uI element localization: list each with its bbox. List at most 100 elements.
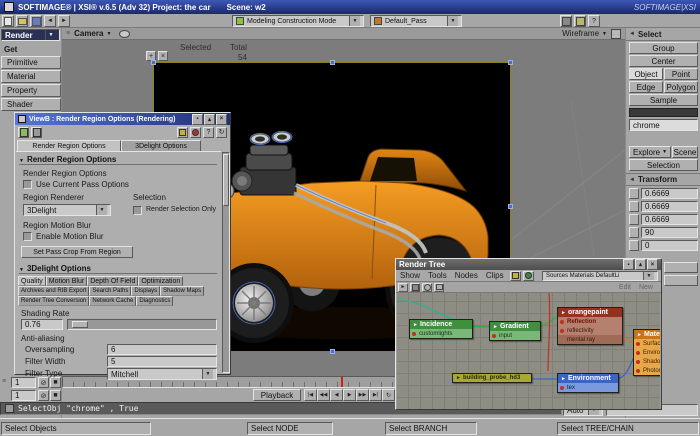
node-port[interactable]: tex bbox=[558, 383, 618, 392]
oversampling-field[interactable]: 6 bbox=[107, 344, 217, 355]
shader-node-building-probe[interactable]: ►building_probe_hd3 bbox=[452, 373, 532, 383]
play-icon[interactable]: ▶ bbox=[343, 389, 356, 401]
transform-axis-button[interactable] bbox=[629, 214, 639, 225]
new-scene-icon[interactable] bbox=[2, 15, 14, 27]
new-label[interactable]: New bbox=[639, 284, 653, 291]
construction-mode-dropdown[interactable]: Modeling Construction Mode ▼ bbox=[232, 15, 364, 27]
range-icon[interactable]: ■ bbox=[50, 377, 61, 388]
shading-rate-field[interactable]: 0.76 bbox=[21, 319, 63, 330]
shade-icon[interactable]: ▴ bbox=[635, 259, 646, 270]
subtab-archives-rib[interactable]: Archives and RIB Export bbox=[18, 286, 89, 296]
group-button[interactable]: Group bbox=[629, 42, 698, 54]
shader-node-orangepaint[interactable]: ►orangepaint Reflection reflectivity men… bbox=[557, 307, 623, 345]
node-port[interactable]: mental ray bbox=[558, 335, 622, 344]
recall-icon[interactable] bbox=[31, 127, 42, 138]
scene-button[interactable]: Scene bbox=[672, 146, 698, 158]
layout-icon[interactable] bbox=[560, 15, 572, 27]
close-icon[interactable]: × bbox=[647, 259, 658, 270]
dialog-titlebar[interactable]: ViewB : Render Region Options (Rendering… bbox=[15, 113, 230, 125]
region-handle[interactable] bbox=[330, 349, 335, 354]
transform-axis-button[interactable] bbox=[629, 240, 639, 251]
node-header[interactable]: ►Material26 bbox=[634, 330, 660, 339]
transform-axis-button[interactable] bbox=[629, 201, 639, 212]
subtab-displays[interactable]: Displays bbox=[131, 286, 160, 296]
node-collapse-icon[interactable]: ► bbox=[561, 310, 566, 316]
eye-icon[interactable] bbox=[119, 30, 130, 38]
node-header[interactable]: ►building_probe_hd3 bbox=[453, 374, 531, 382]
transform-value-field[interactable]: 0.6669 bbox=[641, 201, 698, 212]
redo-icon[interactable]: ► bbox=[58, 15, 70, 27]
step-forward-icon[interactable]: ▶| bbox=[369, 389, 382, 401]
memo-icon[interactable] bbox=[18, 127, 29, 138]
shade-icon[interactable]: ▴ bbox=[204, 114, 215, 125]
selection-button[interactable]: Selection bbox=[629, 159, 698, 171]
pass-dropdown[interactable]: Default_Pass ▼ bbox=[370, 15, 462, 27]
playhead[interactable] bbox=[341, 377, 343, 387]
region-handle[interactable] bbox=[330, 60, 335, 65]
undo-icon[interactable]: ◄ bbox=[44, 15, 56, 27]
region-handle[interactable] bbox=[508, 60, 513, 65]
transform-axis-button[interactable] bbox=[629, 188, 639, 199]
lock-icon[interactable] bbox=[177, 127, 188, 138]
node-collapse-icon[interactable]: ► bbox=[493, 324, 498, 330]
select-header[interactable]: ◄ Select bbox=[626, 28, 700, 41]
node-collapse-icon[interactable]: ► bbox=[637, 332, 642, 338]
transform-value-field[interactable]: 0.6669 bbox=[641, 214, 698, 225]
mute-icon[interactable]: ⊘ bbox=[38, 390, 49, 401]
subtab-optimization[interactable]: Optimization bbox=[138, 276, 183, 286]
subtab-motion-blur[interactable]: Motion Blur bbox=[46, 276, 87, 286]
update-icon[interactable] bbox=[523, 271, 534, 281]
pan-tool-icon[interactable] bbox=[410, 283, 420, 292]
node-header[interactable]: ►Incidence bbox=[410, 320, 472, 329]
node-port[interactable]: Environment bbox=[634, 348, 660, 357]
camera-menu-arrow-icon[interactable]: ▼ bbox=[106, 31, 111, 37]
subtab-diagnostics[interactable]: Diagnostics bbox=[136, 296, 173, 306]
selection-name-field[interactable]: chrome bbox=[629, 119, 698, 131]
shader-node-material26[interactable]: ►Material26 Surface Environment Shadow P… bbox=[633, 329, 660, 376]
open-scene-icon[interactable] bbox=[16, 15, 28, 27]
menu-tools[interactable]: Tools bbox=[428, 271, 447, 280]
region-handle[interactable] bbox=[508, 204, 513, 209]
node-header[interactable]: ►Gradient bbox=[490, 322, 540, 331]
rewind-icon[interactable]: ◀◀ bbox=[317, 389, 330, 401]
subtab-depth-of-field[interactable]: Depth Of Field bbox=[87, 276, 138, 286]
subtab-render-tree-conversion[interactable]: Render Tree Conversion bbox=[18, 296, 89, 306]
lock-icon[interactable] bbox=[510, 271, 521, 281]
explore-button[interactable]: Explore ▼ bbox=[629, 146, 671, 158]
node-port[interactable]: Shadow bbox=[634, 357, 660, 366]
play-reverse-icon[interactable]: ◀ bbox=[330, 389, 343, 401]
loop-icon[interactable]: ↻ bbox=[382, 389, 395, 401]
node-collapse-icon[interactable]: ► bbox=[456, 375, 461, 381]
transform-header[interactable]: ◄ Transform bbox=[626, 173, 700, 186]
region-handle[interactable] bbox=[151, 60, 156, 65]
mute-icon[interactable]: ⊘ bbox=[38, 377, 49, 388]
center-button[interactable]: Center bbox=[629, 55, 698, 67]
module-menu[interactable]: Render ▼ bbox=[1, 29, 60, 41]
render-tree-canvas[interactable]: ►Incidence customlights ►Gradient input … bbox=[397, 293, 660, 409]
point-button[interactable]: Point bbox=[664, 68, 698, 80]
sources-dropdown[interactable]: Sources Materials DefaultLi ▼ bbox=[542, 271, 658, 281]
close-icon[interactable]: × bbox=[216, 114, 227, 125]
get-shader-button[interactable]: Shader bbox=[1, 98, 61, 111]
keyframe-icon[interactable] bbox=[190, 127, 201, 138]
dialog-scrollbar[interactable] bbox=[222, 152, 230, 373]
polygon-button[interactable]: Polygon bbox=[664, 81, 698, 93]
select-tool-icon[interactable]: ► bbox=[398, 283, 408, 292]
render-tree-titlebar[interactable]: Render Tree ▪ ▴ × bbox=[396, 259, 661, 270]
sample-button[interactable]: Sample bbox=[629, 94, 698, 106]
subtab-search-paths[interactable]: Search Paths bbox=[89, 286, 131, 296]
subtab-shadow-maps[interactable]: Shadow Maps bbox=[160, 286, 204, 296]
frame-in-field[interactable]: 1 bbox=[11, 377, 36, 388]
region-renderer-dropdown[interactable]: 3Delight ▼ bbox=[23, 204, 111, 216]
get-material-button[interactable]: Material bbox=[1, 70, 61, 83]
viewport-maximize-icon[interactable] bbox=[611, 29, 621, 39]
mcp-extra-button[interactable] bbox=[664, 262, 698, 273]
shader-node-gradient[interactable]: ►Gradient input bbox=[489, 321, 541, 341]
shading-menu[interactable]: Wireframe bbox=[562, 29, 599, 38]
dock-icon[interactable]: ▪ bbox=[192, 114, 203, 125]
shading-rate-slider[interactable] bbox=[67, 319, 217, 330]
save-scene-icon[interactable] bbox=[30, 15, 42, 27]
filter-type-dropdown[interactable]: Mitchell ▼ bbox=[107, 368, 217, 380]
render-selection-only-checkbox[interactable] bbox=[133, 206, 142, 215]
mcp-extra-button[interactable] bbox=[664, 275, 698, 286]
